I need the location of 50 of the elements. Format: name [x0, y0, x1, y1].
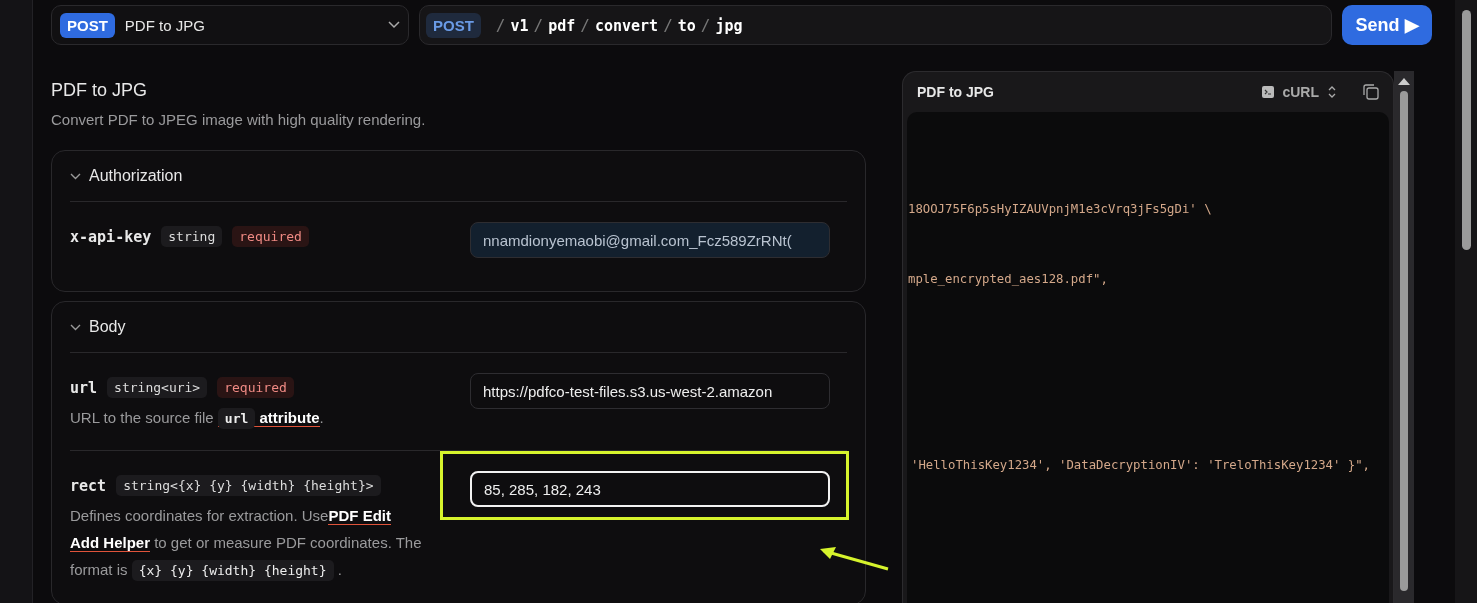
- copy-icon[interactable]: [1363, 84, 1379, 100]
- panel-title: PDF to JPG: [917, 84, 995, 100]
- code-line: mple_encrypted_aes128.pdf",: [907, 272, 1109, 286]
- path-separator: /: [700, 15, 711, 35]
- param-description: Defines coordinates for extraction. UsePDF Edit Add Helper to get or measure PDF coordinates. The format is {x} {y} {width} {height} .: [70, 502, 428, 584]
- page-description: Convert PDF to JPEG image with high quality rendering.: [51, 111, 427, 128]
- path-separator: /: [663, 15, 673, 35]
- url-bar[interactable]: POST / v1 / pdf / convert / to / jpg: [419, 5, 1332, 45]
- path-text: jpg: [715, 16, 743, 35]
- type-tag: string: [161, 226, 223, 247]
- section-title: Authorization: [89, 167, 183, 185]
- path-text: to: [677, 16, 696, 35]
- param-name: url: [70, 378, 98, 397]
- chevron-icon[interactable]: [70, 172, 81, 180]
- page-title: PDF to JPG: [51, 80, 149, 101]
- scrollbar[interactable]: [1455, 0, 1477, 603]
- code-line: 'HelloThisKey1234', 'DataDecryptionIV': 'TreloThisKey1234' }",: [910, 458, 1371, 472]
- method-badge: POST: [426, 12, 481, 38]
- type-tag: string<{x} {y} {width} {height}>: [116, 475, 381, 496]
- path-text: pdf: [548, 16, 576, 35]
- endpoint-title: PDF to JPG: [124, 16, 206, 34]
- path-text: convert: [594, 16, 659, 35]
- param-name: x-api-key: [70, 227, 152, 246]
- path-separator: /: [495, 15, 506, 35]
- language-select[interactable]: cURL: [1282, 84, 1319, 100]
- chevron-down-icon: [388, 21, 400, 29]
- scrollbar[interactable]: [1394, 71, 1414, 603]
- endpoint-select[interactable]: POST PDF to JPG: [51, 5, 409, 45]
- param-description: URL to the source file url attribute.: [70, 404, 428, 432]
- section-title: Body: [89, 318, 126, 336]
- chevron-icon[interactable]: [70, 323, 81, 331]
- path-text: v1: [510, 16, 529, 35]
- send-button[interactable]: Send ▶: [1342, 5, 1432, 45]
- doc-link[interactable]: Add Helper: [70, 534, 150, 552]
- type-tag: string<uri>: [107, 377, 208, 398]
- input-field[interactable]: https://pdfco-test-files.s3.us-west-2.amazon: [470, 373, 830, 409]
- input-field[interactable]: nnamdionyemaobi@gmail.com_Fcz589ZrRNt(: [470, 222, 830, 258]
- required-tag: required: [217, 377, 294, 398]
- terminal-icon: [1262, 86, 1275, 98]
- required-tag: required: [232, 226, 309, 247]
- param-name: rect: [70, 476, 107, 495]
- updown-icon[interactable]: [1327, 85, 1337, 99]
- doc-link[interactable]: PDF Edit: [328, 507, 391, 525]
- path-separator: /: [533, 15, 544, 35]
- scroll-up-icon[interactable]: [1398, 77, 1410, 85]
- path-separator: /: [580, 15, 590, 35]
- method-badge: POST: [60, 12, 115, 38]
- input-field[interactable]: 85, 285, 182, 243: [470, 471, 830, 507]
- code-line: 18OOJ75F6p5sHyIZAUVpnjM1e3cVrq3jFs5gDi' \: [907, 202, 1213, 216]
- doc-link[interactable]: url attribute: [217, 409, 320, 427]
